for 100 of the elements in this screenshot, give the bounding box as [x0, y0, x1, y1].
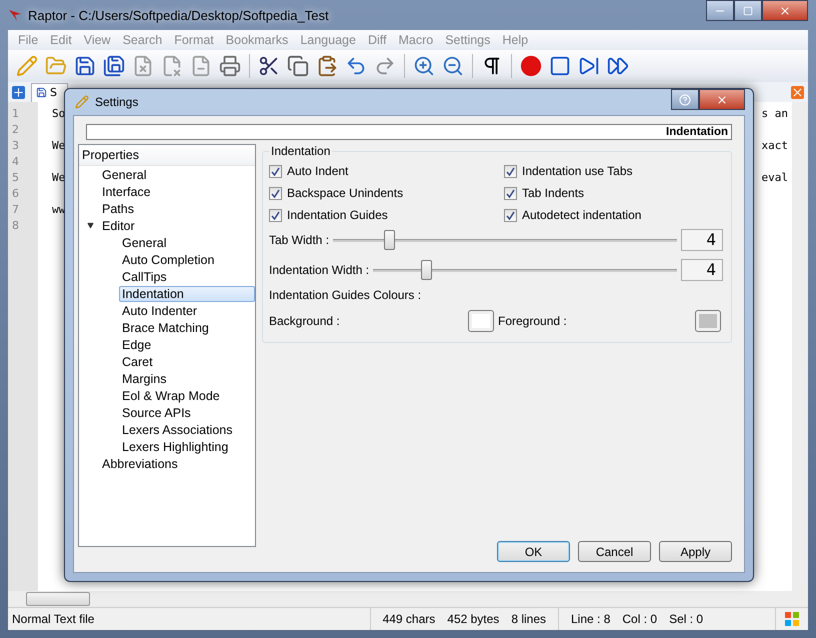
checkbox-label: Auto Indent — [287, 164, 348, 178]
tree-item[interactable]: Auto Indenter — [119, 302, 200, 318]
tree-item[interactable]: Interface — [99, 184, 154, 200]
status-text: Sel : 0 — [668, 612, 704, 626]
skip-icon[interactable] — [578, 55, 600, 77]
file-minus-icon[interactable] — [190, 55, 212, 77]
code-text: We — [52, 170, 66, 186]
tree-item[interactable]: Lexers Highlighting — [119, 438, 232, 454]
file-x-icon[interactable] — [132, 55, 154, 77]
code-text: So — [52, 106, 66, 122]
checkbox-label: Tab Indents — [522, 186, 584, 200]
tree-item[interactable]: Caret — [119, 354, 156, 370]
line-number: 5 — [11, 170, 20, 186]
checkbox[interactable] — [504, 164, 517, 178]
tree-item[interactable]: Brace Matching — [119, 320, 212, 336]
code-text: s an — [762, 106, 788, 122]
checkbox-label: Indentation use Tabs — [522, 164, 633, 178]
slider-label: Tab Width : — [269, 233, 330, 247]
dialog-title: Settings — [95, 95, 138, 109]
vertical-scrollbar[interactable] — [792, 102, 808, 591]
tree-item[interactable]: Edge — [119, 336, 154, 352]
file-tab[interactable]: S — [31, 82, 68, 102]
checkbox-label: Autodetect indentation — [522, 208, 642, 222]
checkbox[interactable] — [269, 208, 282, 222]
line-number: 7 — [11, 202, 20, 218]
tree-item[interactable]: Lexers Associations — [119, 422, 236, 438]
stop-icon[interactable] — [549, 55, 571, 77]
number-display: 4 — [681, 259, 723, 281]
group-title: Indentation — [270, 144, 332, 158]
dialog-button[interactable]: Apply — [659, 541, 732, 562]
tree-item[interactable]: Paths — [99, 200, 137, 216]
line-number: 4 — [11, 154, 20, 170]
close-button[interactable] — [762, 0, 808, 21]
tree-item[interactable]: Editor — [99, 218, 138, 234]
save-all-icon[interactable] — [103, 55, 125, 77]
checkbox-label: Backspace Unindents — [287, 186, 404, 200]
scissors-icon[interactable] — [258, 55, 280, 77]
line-number: 6 — [11, 186, 20, 202]
zoom-out-icon[interactable] — [442, 55, 464, 77]
save-icon[interactable] — [74, 55, 96, 77]
close-icon — [779, 4, 791, 16]
fast-forward-icon[interactable] — [607, 55, 629, 77]
bird-logo-icon — [8, 8, 22, 22]
zoom-in-icon[interactable] — [413, 55, 435, 77]
minimize-button[interactable] — [706, 0, 734, 21]
slider-thumb[interactable] — [384, 230, 396, 250]
pencil-icon — [75, 95, 89, 109]
tree-item[interactable]: Auto Completion — [119, 252, 218, 268]
help-button[interactable] — [671, 89, 699, 110]
expanded-icon[interactable] — [87, 222, 94, 229]
colour-label: Foreground : — [498, 314, 567, 328]
record-icon[interactable] — [520, 55, 542, 77]
maximize-button[interactable] — [734, 0, 762, 21]
close-button[interactable] — [699, 89, 745, 110]
slider[interactable] — [373, 260, 677, 280]
status-text: 449 chars — [382, 612, 436, 626]
colour-button[interactable] — [695, 310, 721, 332]
number-display: 4 — [681, 229, 723, 251]
status-text: 452 bytes — [446, 612, 500, 626]
colour-button[interactable] — [468, 310, 494, 332]
line-number: 1 — [11, 106, 20, 122]
windows-flag-icon — [784, 611, 800, 627]
checkbox[interactable] — [269, 164, 282, 178]
tree-item[interactable]: Indentation — [119, 286, 255, 302]
tree-item[interactable]: Source APIs — [119, 404, 194, 420]
slider-label: Indentation Width : — [269, 263, 370, 277]
dialog-button[interactable]: OK — [497, 541, 570, 562]
close-tab-icon[interactable] — [791, 86, 804, 98]
close-icon — [716, 94, 728, 106]
code-text: We — [52, 138, 66, 154]
line-number: 8 — [11, 218, 20, 234]
redo-icon[interactable] — [374, 55, 396, 77]
status-text: Normal Text file — [11, 612, 96, 626]
status-text: Col : 0 — [621, 612, 658, 626]
checkbox[interactable] — [504, 186, 517, 200]
checkbox[interactable] — [269, 186, 282, 200]
dialog-button[interactable]: Cancel — [578, 541, 651, 562]
line-number: 2 — [11, 122, 20, 138]
new-tab-icon[interactable] — [12, 86, 25, 98]
checkbox-label: Indentation Guides — [287, 208, 388, 222]
tree-item[interactable]: Eol & Wrap Mode — [119, 388, 223, 404]
tree-item[interactable]: Abbreviations — [99, 456, 181, 472]
undo-icon[interactable] — [345, 55, 367, 77]
printer-icon[interactable] — [219, 55, 241, 77]
copy-icon[interactable] — [287, 55, 309, 77]
page-header: Indentation — [86, 124, 732, 140]
slider-thumb[interactable] — [420, 260, 432, 280]
tree-item[interactable]: Margins — [119, 370, 170, 386]
slider[interactable] — [333, 230, 677, 250]
maximize-icon — [743, 6, 753, 16]
colour-label: Background : — [269, 314, 340, 328]
code-text: xact — [762, 138, 788, 154]
checkbox[interactable] — [504, 208, 517, 222]
tree-item[interactable]: General — [99, 166, 150, 182]
save-icon — [36, 87, 47, 98]
colours-title: Indentation Guides Colours : — [269, 288, 422, 302]
tree-item[interactable]: CallTips — [119, 268, 170, 284]
clipboard-icon[interactable] — [316, 55, 338, 77]
tree-item[interactable]: General — [119, 234, 170, 250]
status-text: Line : 8 — [570, 612, 612, 626]
